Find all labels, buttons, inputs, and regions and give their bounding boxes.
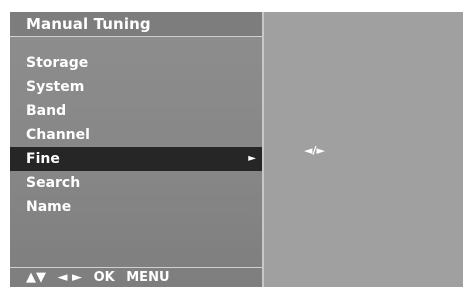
menu-item-channel[interactable]: Channel — [10, 123, 262, 147]
menu-item-storage[interactable]: Storage — [10, 51, 262, 75]
footer-divider — [10, 267, 262, 268]
menu-item-system[interactable]: System — [10, 75, 262, 99]
menu-panel: Manual Tuning Storage System Band Channe… — [10, 12, 262, 287]
adjust-panel: ◄/► — [264, 12, 463, 287]
menu-item-label: System — [26, 79, 85, 95]
menu-item-label: Fine — [26, 151, 60, 167]
menu-key-label: MENU — [126, 270, 170, 285]
menu-item-fine[interactable]: Fine ► — [10, 147, 262, 171]
menu-item-label: Band — [26, 103, 67, 119]
tuning-menu: Storage System Band Channel Fine ► Searc… — [10, 51, 262, 219]
ok-key-label: OK — [93, 270, 115, 285]
title-bar: Manual Tuning — [10, 12, 262, 37]
menu-item-label: Channel — [26, 127, 90, 143]
submenu-arrow-icon: ► — [248, 153, 256, 164]
menu-item-band[interactable]: Band — [10, 99, 262, 123]
menu-item-label: Name — [26, 199, 72, 215]
menu-item-label: Search — [26, 175, 81, 191]
manual-tuning-screen: Manual Tuning Storage System Band Channe… — [10, 12, 463, 287]
page-title: Manual Tuning — [26, 15, 151, 33]
menu-item-name[interactable]: Name — [10, 195, 262, 219]
key-guide: ▲▼ ◄ ► OK MENU — [26, 270, 177, 285]
menu-item-label: Storage — [26, 55, 89, 71]
left-right-arrows-icon: ◄ ► — [57, 270, 83, 285]
up-down-arrows-icon: ▲▼ — [26, 270, 46, 285]
menu-item-search[interactable]: Search — [10, 171, 262, 195]
left-right-adjust-icon[interactable]: ◄/► — [304, 144, 325, 157]
